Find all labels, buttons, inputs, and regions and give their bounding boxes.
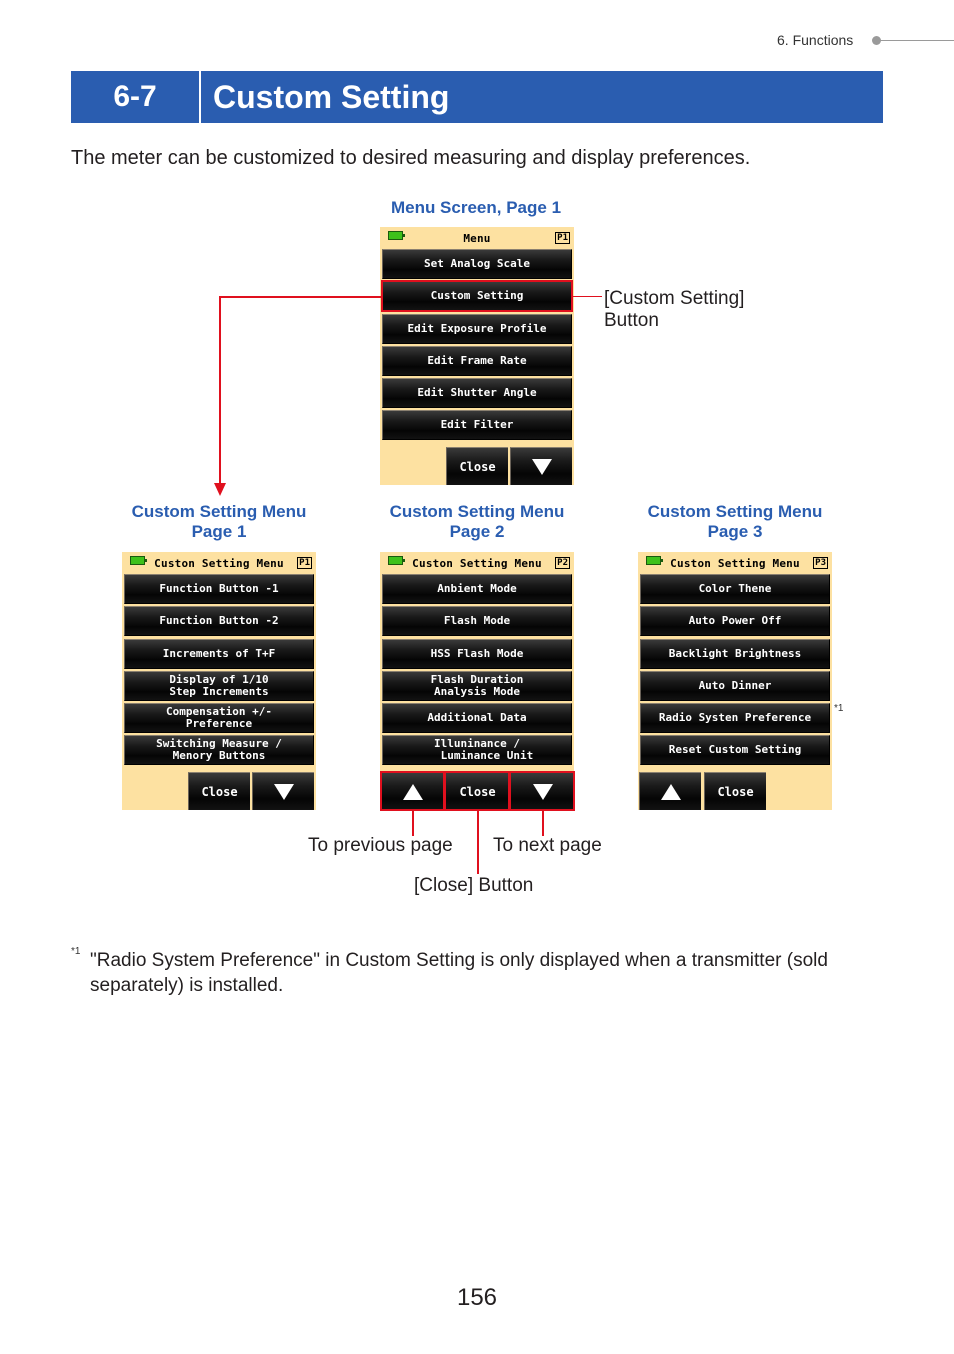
menu-item-edit-exposure-profile[interactable]: Edit Exposure Profile bbox=[382, 314, 572, 344]
footnote-marker: *1 bbox=[71, 946, 81, 957]
menu-screen-caption: Menu Screen, Page 1 bbox=[390, 198, 562, 217]
menu-item-edit-frame-rate[interactable]: Edit Frame Rate bbox=[382, 346, 572, 376]
footnote-marker: *1 bbox=[834, 703, 844, 714]
caption-line: Page 3 bbox=[707, 522, 763, 541]
prev-page-annotation: To previous page bbox=[308, 835, 453, 856]
menu-item-edit-filter[interactable]: Edit Filter bbox=[382, 410, 572, 440]
next-page-button[interactable] bbox=[510, 447, 572, 485]
intro-text: The meter can be customized to desired m… bbox=[71, 147, 751, 169]
arrow-down-icon bbox=[532, 783, 553, 800]
arrow-down-icon bbox=[273, 783, 294, 800]
arrow-down-icon bbox=[531, 458, 552, 475]
footnote-text: "Radio System Preference" in Custom Sett… bbox=[90, 950, 828, 996]
menu-item-additional-data[interactable]: Additional Data bbox=[382, 703, 572, 733]
prev-page-button[interactable] bbox=[380, 771, 445, 811]
custom-page-2-caption: Custom Setting Menu Page 2 bbox=[362, 502, 592, 542]
screen-header: Custon Setting Menu P1 bbox=[122, 552, 316, 574]
caption-line: Page 1 bbox=[191, 522, 247, 541]
menu-item-auto-dimmer[interactable]: Auto Dinner bbox=[640, 671, 830, 701]
custom-setting-screen-page-3: Custon Setting Menu P3 Color Thene Auto … bbox=[638, 552, 832, 810]
menu-item-custom-setting[interactable]: Custom Setting bbox=[381, 280, 573, 312]
menu-screen: Menu P1 Set Analog Scale Custom Setting … bbox=[380, 227, 574, 485]
page-badge: P1 bbox=[297, 557, 312, 569]
prev-page-button[interactable] bbox=[639, 772, 701, 810]
menu-item-radio-system-preference[interactable]: Radio Systen Preference bbox=[640, 703, 830, 733]
menu-item-increments-tf[interactable]: Increments of T+F bbox=[124, 639, 314, 669]
menu-item-edit-shutter-angle[interactable]: Edit Shutter Angle bbox=[382, 378, 572, 408]
menu-item-color-theme[interactable]: Color Thene bbox=[640, 574, 830, 604]
section-title: Custom Setting bbox=[213, 79, 450, 115]
screen-title: Custon Setting Menu bbox=[412, 557, 542, 570]
menu-item-flash-mode[interactable]: Flash Mode bbox=[382, 606, 572, 636]
next-page-button[interactable] bbox=[252, 772, 314, 810]
section-number: 6-7 bbox=[113, 80, 157, 113]
next-page-annotation: To next page bbox=[493, 835, 602, 856]
screen-title: Custon Setting Menu bbox=[670, 557, 800, 570]
next-page-button[interactable] bbox=[509, 771, 575, 811]
menu-item-backlight-brightness[interactable]: Backlight Brightness bbox=[640, 639, 830, 669]
menu-item-display-step-increments[interactable]: Display of 1/10 Step Increments bbox=[124, 671, 314, 701]
page-badge: P3 bbox=[813, 557, 828, 569]
menu-item-function-button-1[interactable]: Function Button -1 bbox=[124, 574, 314, 604]
close-button[interactable]: Close bbox=[444, 771, 510, 811]
close-callout-line bbox=[477, 810, 479, 874]
caption-line: Custom Setting Menu bbox=[389, 502, 565, 521]
menu-item-compensation-preference[interactable]: Compensation +/- Preference bbox=[124, 703, 314, 733]
menu-item-illuminance-unit[interactable]: Illuninance / Luminance Unit bbox=[382, 735, 572, 765]
callout-line bbox=[572, 296, 602, 297]
next-callout-line bbox=[542, 810, 544, 836]
menu-item-reset-custom-setting[interactable]: Reset Custom Setting bbox=[640, 735, 830, 765]
arrow-head-icon bbox=[214, 483, 226, 496]
caption-line: Page 2 bbox=[449, 522, 505, 541]
close-button[interactable]: Close bbox=[704, 772, 766, 810]
arrow-line-vertical bbox=[219, 296, 221, 484]
page-badge: P2 bbox=[555, 557, 570, 569]
caption-line: Custom Setting Menu bbox=[131, 502, 307, 521]
close-button-annotation: [Close] Button bbox=[414, 875, 534, 896]
breadcrumb: 6. Functions bbox=[777, 32, 854, 48]
screen-title: Custon Setting Menu bbox=[154, 557, 284, 570]
custom-page-1-caption: Custom Setting Menu Page 1 bbox=[104, 502, 334, 542]
menu-item-switching-measure-memory[interactable]: Switching Measure / Menory Buttons bbox=[124, 735, 314, 765]
screen-header: Menu P1 bbox=[380, 227, 574, 249]
menu-item-ambient-mode[interactable]: Anbient Mode bbox=[382, 574, 572, 604]
menu-item-set-analog-scale[interactable]: Set Analog Scale bbox=[382, 249, 572, 279]
arrow-up-icon bbox=[660, 783, 681, 800]
custom-setting-screen-page-2: Custon Setting Menu P2 Anbient Mode Flas… bbox=[380, 552, 575, 811]
breadcrumb-rule bbox=[880, 40, 954, 41]
menu-item-hss-flash-mode[interactable]: HSS Flash Mode bbox=[382, 639, 572, 669]
custom-page-3-caption: Custom Setting Menu Page 3 bbox=[620, 502, 850, 542]
close-button[interactable]: Close bbox=[188, 772, 250, 810]
prev-callout-line bbox=[412, 810, 414, 836]
arrow-line-horizontal bbox=[219, 296, 383, 298]
arrow-up-icon bbox=[403, 783, 423, 800]
screen-header: Custon Setting Menu P3 bbox=[638, 552, 832, 574]
title-divider bbox=[199, 71, 201, 123]
menu-item-flash-duration-analysis[interactable]: Flash Duration Analysis Mode bbox=[382, 671, 572, 701]
screen-header: Custon Setting Menu P2 bbox=[380, 552, 574, 574]
menu-item-function-button-2[interactable]: Function Button -2 bbox=[124, 606, 314, 636]
caption-line: Custom Setting Menu bbox=[647, 502, 823, 521]
menu-item-auto-power-off[interactable]: Auto Power Off bbox=[640, 606, 830, 636]
custom-setting-screen-page-1: Custon Setting Menu P1 Function Button -… bbox=[122, 552, 316, 810]
page-badge: P1 bbox=[555, 232, 570, 244]
screen-title: Menu bbox=[463, 232, 491, 245]
close-button[interactable]: Close bbox=[446, 447, 508, 485]
custom-setting-callout: [Custom Setting] Button bbox=[604, 288, 745, 331]
page-number: 156 bbox=[456, 1284, 498, 1311]
